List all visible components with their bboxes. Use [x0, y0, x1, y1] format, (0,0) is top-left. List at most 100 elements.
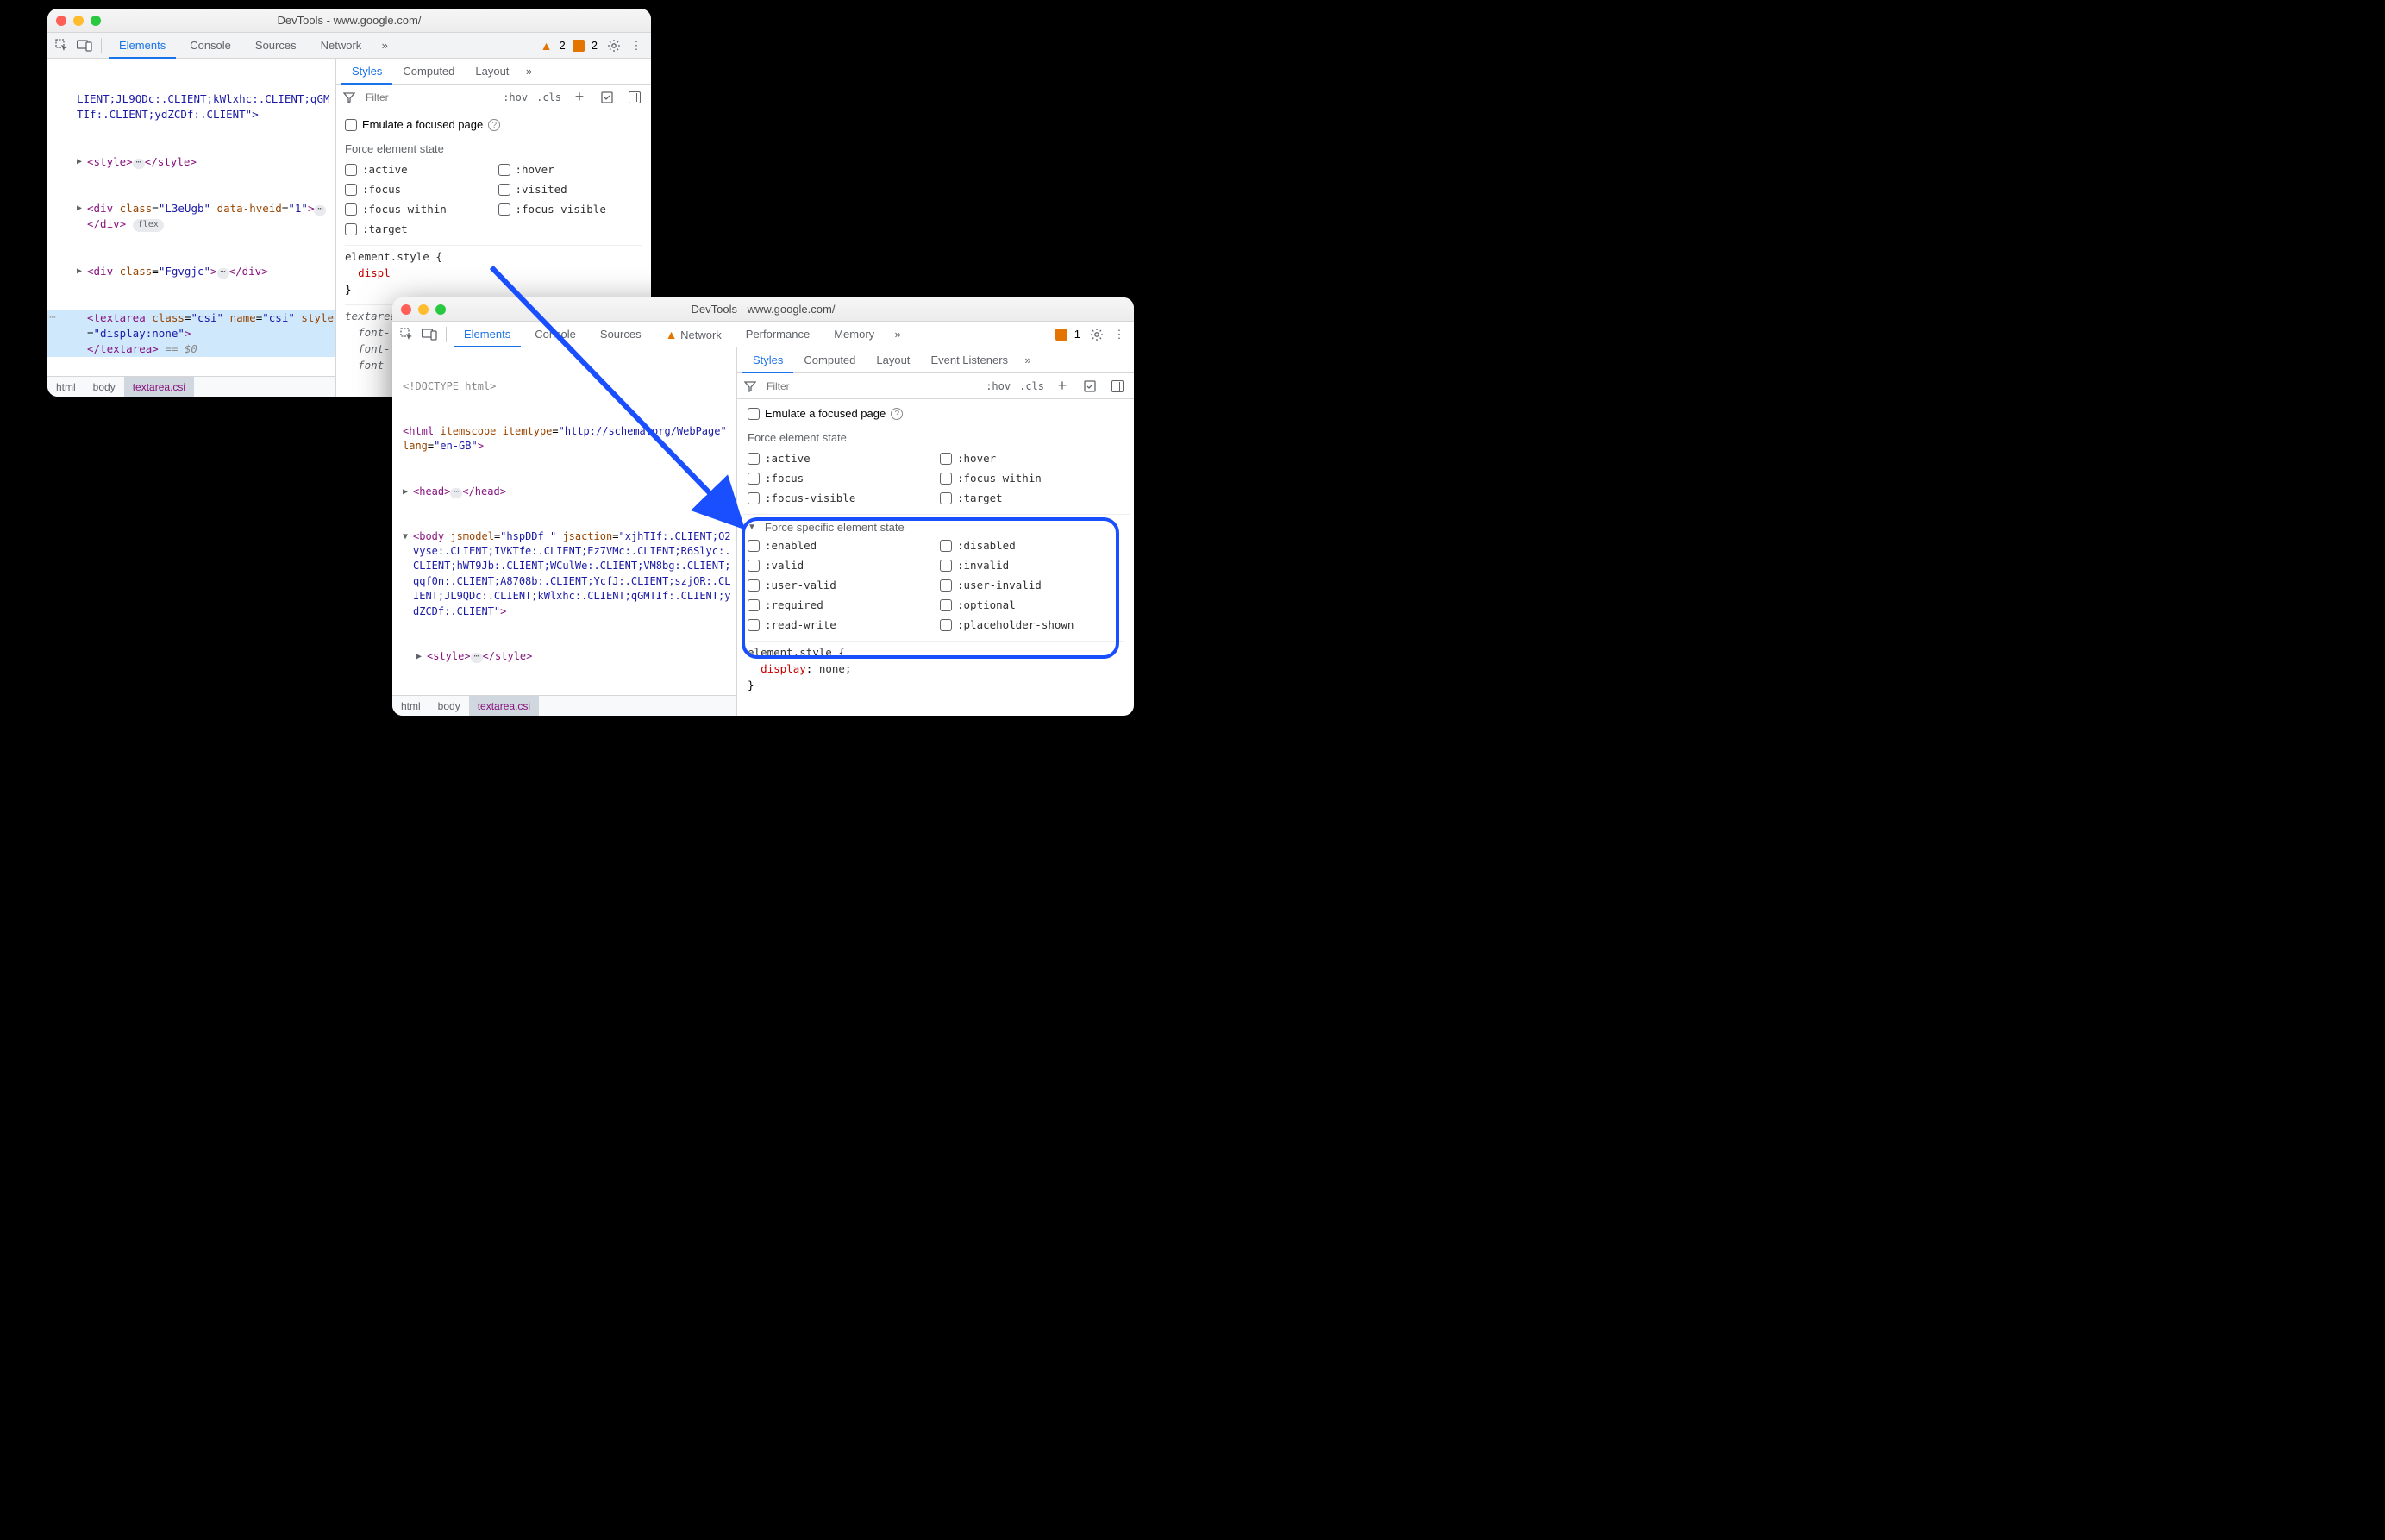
dom-node[interactable]: ▶<div class="Fgvgjc">⋯</div>	[47, 264, 335, 279]
styles-tabbar: Styles Computed Layout »	[336, 59, 651, 85]
elements-tree[interactable]: LIENT;JL9QDc:.CLIENT;kWlxhc:.CLIENT;qGMT…	[47, 59, 335, 376]
dom-node[interactable]: ▼<body jsmodel="hspDDf " jsaction="xjhTI…	[392, 529, 736, 619]
pseudo-target[interactable]: :target	[345, 220, 490, 238]
tab-network[interactable]: Network	[310, 33, 372, 59]
help-icon[interactable]: ?	[488, 119, 500, 131]
sidebar-toggle-icon[interactable]	[1108, 377, 1127, 396]
force-state-heading: Force element state	[748, 431, 1124, 444]
styles-filterbar: :hov .cls +	[336, 85, 651, 110]
css-rule[interactable]: element.style { displ }	[345, 245, 642, 297]
pseudo-focus-visible[interactable]: :focus-visible	[498, 200, 643, 218]
tab-console[interactable]: Console	[524, 322, 586, 347]
pseudo-visited[interactable]: :visited	[498, 180, 643, 198]
crumb-body[interactable]: body	[429, 696, 469, 717]
more-tabs-icon[interactable]: »	[375, 36, 394, 55]
device-icon[interactable]	[75, 36, 94, 55]
message-count: 2	[592, 39, 598, 52]
crumb-current[interactable]: textarea.csi	[469, 696, 539, 717]
kebab-icon[interactable]: ⋮	[1110, 325, 1129, 344]
tab-performance[interactable]: Performance	[736, 322, 820, 347]
titlebar[interactable]: DevTools - www.google.com/	[392, 297, 1134, 322]
window-title: DevTools - www.google.com/	[392, 303, 1134, 316]
warning-count: 2	[560, 39, 566, 52]
kebab-icon[interactable]: ⋮	[627, 36, 646, 55]
dom-node[interactable]: ▶<style>⋯</style>	[392, 649, 736, 664]
crumb-html[interactable]: html	[392, 696, 429, 717]
device-icon[interactable]	[420, 325, 439, 344]
emulate-focused-checkbox[interactable]: Emulate a focused page ?	[748, 404, 1124, 423]
tab-network[interactable]: ▲ Network	[655, 322, 732, 347]
tab-sources[interactable]: Sources	[245, 33, 307, 59]
tab-event-listeners[interactable]: Event Listeners	[920, 347, 1018, 373]
new-rule-icon[interactable]: +	[570, 88, 589, 107]
pseudo-focus[interactable]: :focus	[748, 469, 931, 487]
dom-node[interactable]: ▶<head>⋯</head>	[392, 485, 736, 499]
crumb-body[interactable]: body	[85, 377, 124, 398]
inspect-icon[interactable]	[398, 325, 416, 344]
more-tabs-icon[interactable]: »	[888, 325, 907, 344]
dom-node-selected[interactable]: ⋯<textarea class="csi" name="csi" style=…	[47, 310, 335, 357]
issue-badges[interactable]: 1	[1055, 328, 1080, 341]
filter-icon	[343, 91, 355, 103]
highlight-callout	[742, 517, 1119, 659]
tab-styles[interactable]: Styles	[341, 59, 392, 85]
pseudo-focus-within[interactable]: :focus-within	[940, 469, 1124, 487]
dom-node[interactable]: ▶<div class="L3eUgb" data-hveid="1">⋯</d…	[392, 694, 736, 695]
pseudo-hover[interactable]: :hover	[940, 449, 1124, 467]
cls-toggle[interactable]: .cls	[1019, 380, 1044, 392]
computed-styles-icon[interactable]	[598, 88, 617, 107]
gear-icon[interactable]	[1087, 325, 1106, 344]
hov-toggle[interactable]: :hov	[503, 91, 528, 103]
computed-styles-icon[interactable]	[1080, 377, 1099, 396]
cls-toggle[interactable]: .cls	[536, 91, 561, 103]
dom-node[interactable]: ▶<div class="L3eUgb" data-hveid="1">⋯</d…	[47, 201, 335, 232]
crumb-current[interactable]: textarea.csi	[124, 377, 194, 398]
tab-elements[interactable]: Elements	[454, 322, 521, 347]
help-icon[interactable]: ?	[891, 408, 903, 420]
dom-node[interactable]: LIENT;JL9QDc:.CLIENT;kWlxhc:.CLIENT;qGMT…	[47, 91, 335, 122]
dom-node[interactable]: <!DOCTYPE html>	[392, 379, 736, 394]
tab-computed[interactable]: Computed	[392, 59, 465, 85]
more-tabs-icon[interactable]: »	[1018, 351, 1037, 370]
force-state-heading: Force element state	[345, 142, 642, 155]
elements-tree[interactable]: <!DOCTYPE html> <html itemscope itemtype…	[392, 347, 736, 695]
filter-input[interactable]	[364, 91, 424, 104]
tab-memory[interactable]: Memory	[823, 322, 885, 347]
tab-elements[interactable]: Elements	[109, 33, 176, 59]
message-count: 1	[1074, 328, 1080, 341]
crumb-html[interactable]: html	[47, 377, 85, 398]
inspect-icon[interactable]	[53, 36, 72, 55]
pseudo-target[interactable]: :target	[940, 489, 1124, 507]
new-rule-icon[interactable]: +	[1053, 377, 1072, 396]
titlebar[interactable]: DevTools - www.google.com/	[47, 9, 651, 33]
more-tabs-icon[interactable]: »	[519, 62, 538, 81]
hov-toggle[interactable]: :hov	[986, 380, 1011, 392]
tab-styles[interactable]: Styles	[742, 347, 793, 373]
pseudo-focus[interactable]: :focus	[345, 180, 490, 198]
gear-icon[interactable]	[604, 36, 623, 55]
message-icon	[1055, 329, 1067, 341]
breadcrumb[interactable]: html body textarea.csi	[47, 376, 335, 397]
main-toolbar: Elements Console Sources ▲ Network Perfo…	[392, 322, 1134, 347]
pseudo-active[interactable]: :active	[345, 160, 490, 178]
dom-node[interactable]: <html itemscope itemtype="http://schema.…	[392, 424, 736, 454]
pseudo-focus-within[interactable]: :focus-within	[345, 200, 490, 218]
pseudo-active[interactable]: :active	[748, 449, 931, 467]
pseudo-focus-visible[interactable]: :focus-visible	[748, 489, 931, 507]
tab-console[interactable]: Console	[179, 33, 241, 59]
emulate-focused-checkbox[interactable]: Emulate a focused page ?	[345, 116, 642, 134]
tab-layout[interactable]: Layout	[465, 59, 519, 85]
window-title: DevTools - www.google.com/	[47, 14, 651, 27]
issue-badges[interactable]: ▲2 2	[541, 39, 598, 53]
dom-node[interactable]: ▶<style>⋯</style>	[47, 154, 335, 170]
tab-layout[interactable]: Layout	[866, 347, 920, 373]
styles-tabbar: Styles Computed Layout Event Listeners »	[737, 347, 1134, 373]
styles-filterbar: :hov .cls +	[737, 373, 1134, 399]
message-icon	[573, 40, 585, 52]
pseudo-hover[interactable]: :hover	[498, 160, 643, 178]
tab-computed[interactable]: Computed	[793, 347, 866, 373]
tab-sources[interactable]: Sources	[590, 322, 652, 347]
sidebar-toggle-icon[interactable]	[625, 88, 644, 107]
filter-input[interactable]	[765, 379, 825, 393]
breadcrumb[interactable]: html body textarea.csi	[392, 695, 736, 716]
